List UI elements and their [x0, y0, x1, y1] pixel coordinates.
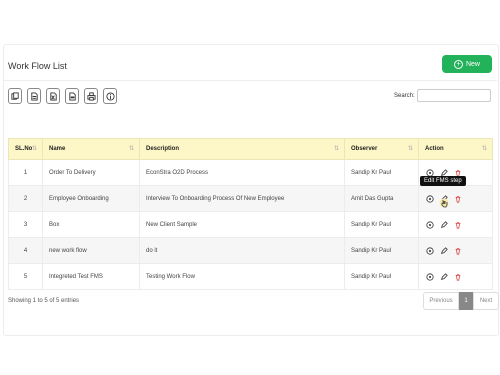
- pdf-icon[interactable]: [65, 88, 79, 104]
- cell-description: Testing Work Flow: [139, 263, 345, 290]
- cell-observer: Sandip Kr Paul: [344, 159, 419, 186]
- entries-info: Showing 1 to 5 of 5 entries: [8, 298, 80, 304]
- table-row: 5 Integreted Test FMS Testing Work Flow San…: [8, 263, 493, 290]
- page-1-button[interactable]: 1: [459, 292, 473, 310]
- table-row: 4 new work flow do it Sandip Kr Paul: [8, 237, 493, 264]
- plus-circle-icon: +: [453, 59, 463, 69]
- edit-icon[interactable]: [439, 272, 449, 282]
- export-toolbar: [8, 88, 117, 104]
- col-header-observer[interactable]: Observer ⇅: [344, 138, 419, 160]
- cell-slno: 1: [8, 159, 43, 186]
- table-row: 2 Employee Onboarding Interview To Onboard…: [8, 185, 493, 212]
- table-row: 3 Box New Client Sample Sandip Kr Paul: [8, 211, 493, 238]
- sort-icon: ⇅: [128, 146, 134, 152]
- cell-name: Order To Delivery: [42, 159, 140, 186]
- page-title: Work Flow List: [8, 61, 67, 71]
- print-icon[interactable]: [84, 88, 98, 104]
- cell-name: Integreted Test FMS: [42, 263, 140, 290]
- new-button-label: New: [465, 60, 480, 68]
- edit-fms-tooltip: Edit FMS step: [420, 176, 466, 186]
- col-header-description[interactable]: Description ⇅: [139, 138, 345, 160]
- cell-observer: Sandip Kr Paul: [344, 237, 419, 264]
- cell-description: New Client Sample: [139, 211, 345, 238]
- new-button[interactable]: + New: [442, 55, 492, 73]
- search-input[interactable]: [417, 89, 491, 102]
- view-icon[interactable]: [425, 220, 435, 230]
- delete-icon[interactable]: [453, 220, 463, 230]
- copy-icon[interactable]: [8, 88, 22, 104]
- cell-actions: [418, 185, 493, 212]
- cell-name: new work flow: [42, 237, 140, 264]
- excel-icon[interactable]: [46, 88, 60, 104]
- col-header-slno[interactable]: SL.No ⇅: [8, 138, 43, 160]
- table-header-row: SL.No ⇅ Name ⇅ Description ⇅ Observer ⇅ Acti…: [8, 138, 493, 160]
- cell-slno: 5: [8, 263, 43, 290]
- delete-icon[interactable]: [453, 272, 463, 282]
- csv-icon[interactable]: [27, 88, 41, 104]
- cell-actions: [418, 263, 493, 290]
- delete-icon[interactable]: [453, 246, 463, 256]
- search-label: Search:: [394, 93, 415, 99]
- cell-observer: Amit Das Gupta: [344, 185, 419, 212]
- col-header-action[interactable]: Action ⇅: [418, 138, 493, 160]
- col-header-name[interactable]: Name ⇅: [42, 138, 140, 160]
- workflow-table: SL.No ⇅ Name ⇅ Description ⇅ Observer ⇅ Acti…: [8, 138, 493, 290]
- delete-icon[interactable]: [453, 194, 463, 204]
- cell-observer: Sandip Kr Paul: [344, 211, 419, 238]
- cell-actions: [418, 211, 493, 238]
- cell-slno: 4: [8, 237, 43, 264]
- cell-actions: [418, 237, 493, 264]
- sort-icon: ⇅: [333, 146, 339, 152]
- view-icon[interactable]: [425, 194, 435, 204]
- cell-name: Employee Onboarding: [42, 185, 140, 212]
- cell-description: Interview To Onboarding Process Of New E…: [139, 185, 345, 212]
- view-icon[interactable]: [425, 246, 435, 256]
- cell-description: do it: [139, 237, 345, 264]
- cell-observer: Sandip Kr Paul: [344, 263, 419, 290]
- header-divider: [3, 80, 497, 81]
- hand-pointer-icon: [439, 195, 449, 208]
- edit-icon[interactable]: [439, 220, 449, 230]
- pagination: Previous 1 Next: [423, 292, 499, 310]
- next-page-button[interactable]: Next: [473, 292, 499, 310]
- sort-icon: ⇅: [31, 146, 37, 152]
- cell-slno: 3: [8, 211, 43, 238]
- sort-icon: ⇅: [407, 146, 413, 152]
- cell-slno: 2: [8, 185, 43, 212]
- sort-icon: ⇅: [481, 146, 487, 152]
- previous-page-button[interactable]: Previous: [423, 292, 459, 310]
- view-icon[interactable]: [425, 272, 435, 282]
- info-icon[interactable]: [103, 88, 117, 104]
- edit-icon[interactable]: [439, 246, 449, 256]
- cell-name: Box: [42, 211, 140, 238]
- cell-description: EconStra O2D Process: [139, 159, 345, 186]
